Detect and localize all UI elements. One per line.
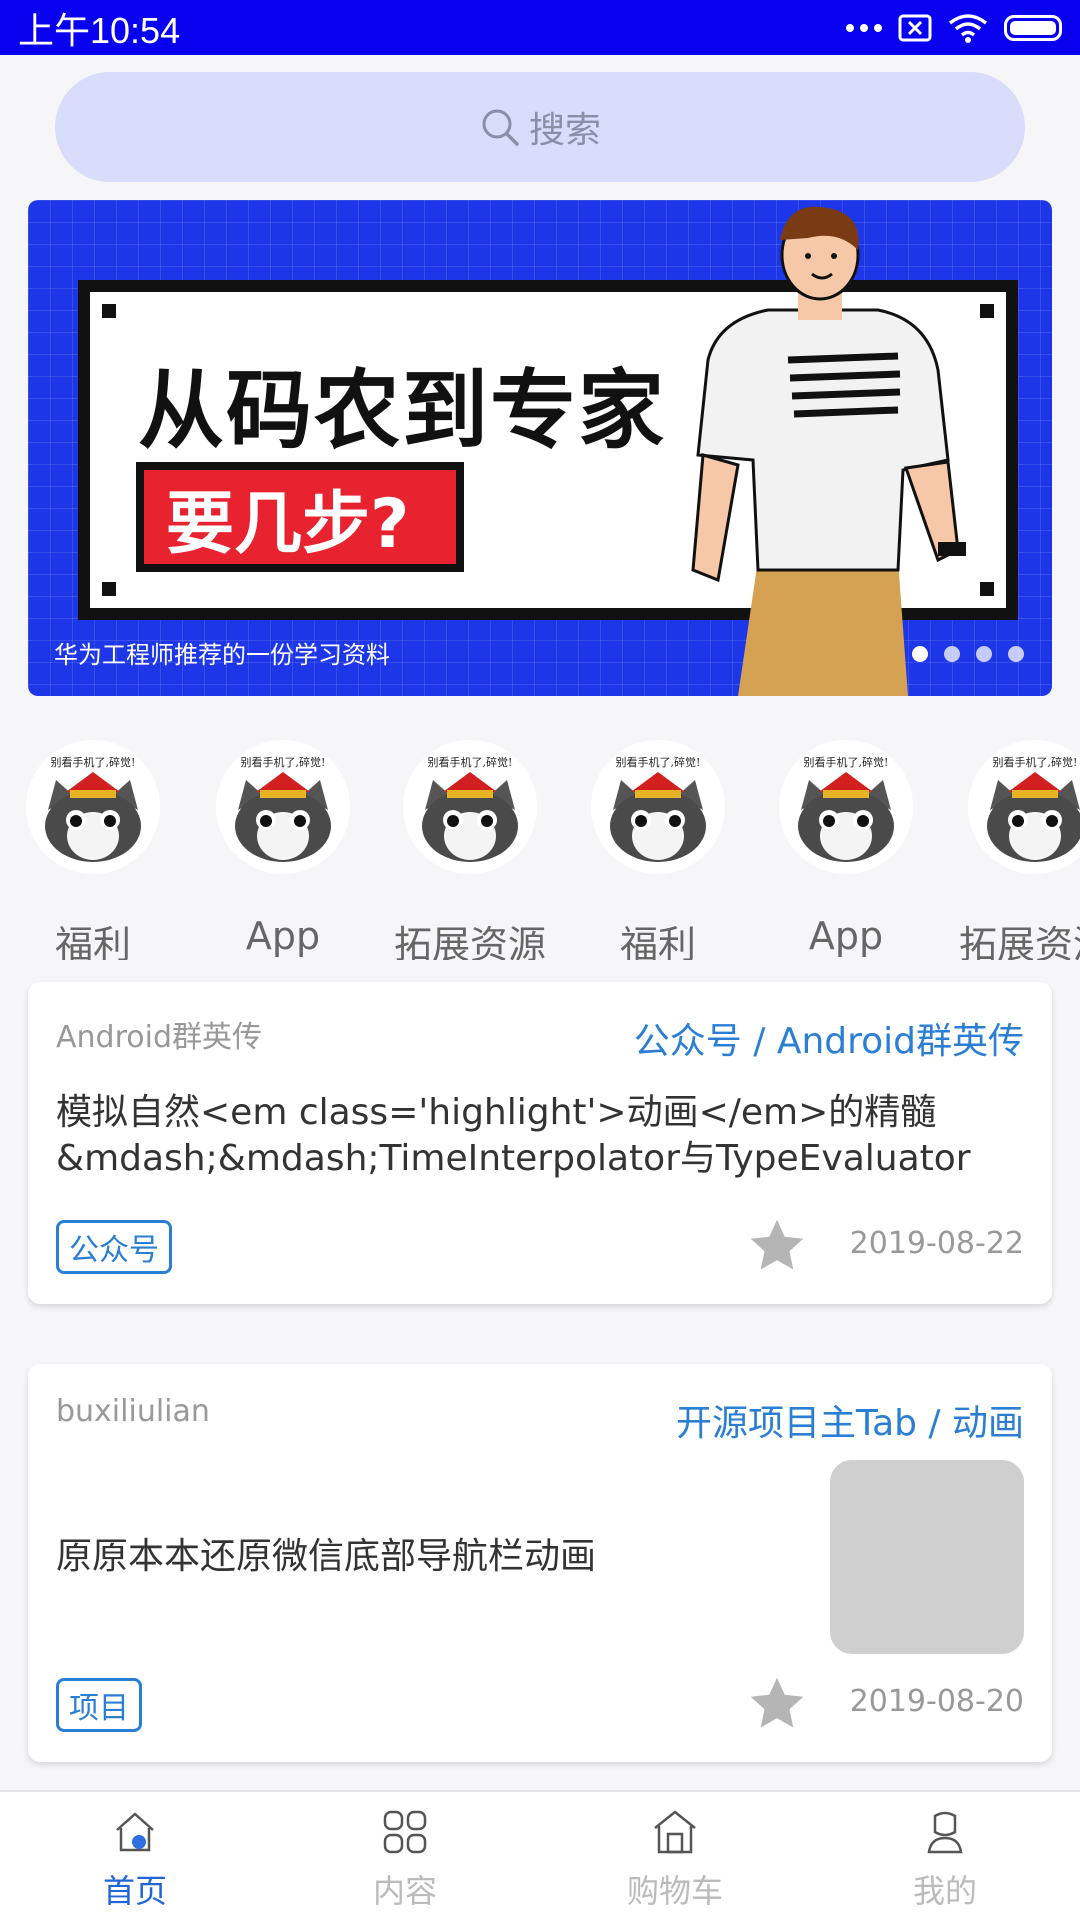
sim-card-icon — [898, 14, 932, 41]
category-item[interactable]: 别看手机了,碎觉! 福利 — [578, 740, 738, 960]
status-time: 上午10:54 — [18, 9, 181, 51]
category-label: 福利 — [619, 923, 696, 960]
article-thumbnail — [830, 1460, 1024, 1654]
carousel-dot[interactable] — [944, 646, 960, 662]
nav-item-cart[interactable]: 购物车 — [540, 1792, 810, 1920]
category-label: 拓展资源 — [393, 923, 546, 960]
article-card[interactable]: Android群英传 公众号 / Android群英传 模拟自然<em clas… — [28, 982, 1052, 1304]
star-icon[interactable] — [746, 1216, 808, 1276]
person-illustration — [691, 206, 966, 696]
category-label: App — [808, 914, 884, 958]
article-title: 原原本本还原微信底部导航栏动画 — [56, 1536, 597, 1577]
article-card[interactable]: buxiliulian 开源项目主Tab / 动画 原原本本还原微信底部导航栏动… — [28, 1364, 1052, 1762]
nav-label: 购物车 — [626, 1872, 723, 1910]
category-item[interactable]: 别看手机了,碎觉! 拓展资源 — [955, 740, 1080, 960]
nav-label: 首页 — [102, 1872, 167, 1910]
user-icon — [927, 1811, 963, 1854]
nav-label: 内容 — [372, 1872, 437, 1910]
more-dots-icon — [846, 23, 882, 32]
article-source[interactable]: 开源项目主Tab / 动画 — [676, 1394, 1024, 1446]
category-label: 拓展资源 — [958, 923, 1080, 960]
cat-avatar-image: 别看手机了,碎觉! — [968, 740, 1080, 874]
category-item[interactable]: 别看手机了,碎觉! 拓展资源 — [390, 740, 550, 960]
wifi-icon — [948, 13, 988, 43]
carousel-dot[interactable] — [976, 646, 992, 662]
nav-label: 我的 — [912, 1872, 977, 1910]
category-item[interactable]: 别看手机了,碎觉! 福利 — [13, 740, 173, 960]
grid-icon — [383, 1810, 427, 1854]
category-label: App — [245, 914, 321, 958]
cat-avatar-caption: 别看手机了,碎觉! — [50, 756, 136, 769]
status-icons — [846, 13, 1062, 43]
cat-avatar-image: 别看手机了,碎觉! — [403, 740, 537, 874]
article-title-line: &mdash;&mdash;TimeInterpolator与TypeEvalu… — [56, 1138, 971, 1179]
article-source[interactable]: 公众号 / Android群英传 — [634, 1012, 1024, 1064]
star-icon[interactable] — [746, 1674, 808, 1734]
cat-avatar-caption: 别看手机了,碎觉! — [240, 756, 326, 769]
bottom-nav: 首页 内容 购物车 我的 — [0, 1790, 1080, 1920]
home-icon — [116, 1812, 154, 1852]
cat-avatar-caption: 别看手机了,碎觉! — [615, 756, 701, 769]
carousel-dot[interactable] — [1008, 646, 1024, 662]
article-tag[interactable]: 公众号 — [56, 1220, 172, 1274]
search-icon — [482, 109, 519, 146]
article-title-line: 模拟自然<em class='highlight'>动画</em>的精髓 — [56, 1092, 937, 1133]
nav-item-content[interactable]: 内容 — [270, 1792, 540, 1920]
search-placeholder: 搜索 — [528, 110, 601, 151]
article-tag[interactable]: 项目 — [56, 1678, 142, 1732]
search-bar[interactable]: 搜索 — [55, 72, 1025, 182]
cat-avatar-caption: 别看手机了,碎觉! — [427, 756, 513, 769]
article-title: 模拟自然<em class='highlight'>动画</em>的精髓 &md… — [56, 1090, 971, 1182]
banner-title: 从码农到专家 — [138, 361, 666, 461]
banner-subtitle: 要几步? — [136, 462, 464, 572]
article-author: Android群英传 — [56, 1020, 262, 1055]
article-date: 2019-08-20 — [849, 1684, 1024, 1719]
category-item[interactable]: 别看手机了,碎觉! App — [203, 740, 363, 958]
nav-item-mine[interactable]: 我的 — [810, 1792, 1080, 1920]
carousel-dot[interactable] — [912, 646, 928, 662]
cat-avatar-image: 别看手机了,碎觉! — [591, 740, 725, 874]
category-item[interactable]: 别看手机了,碎觉! App — [766, 740, 926, 958]
cat-avatar-image: 别看手机了,碎觉! — [216, 740, 350, 874]
category-label: 福利 — [54, 923, 131, 960]
battery-icon — [1004, 14, 1062, 41]
cat-avatar-caption: 别看手机了,碎觉! — [992, 756, 1078, 769]
article-date: 2019-08-22 — [849, 1226, 1024, 1261]
cat-avatar-caption: 别看手机了,碎觉! — [803, 756, 889, 769]
cat-avatar-image: 别看手机了,碎觉! — [26, 740, 160, 874]
store-icon — [654, 1810, 696, 1854]
nav-item-home[interactable]: 首页 — [0, 1792, 270, 1920]
category-strip: 别看手机了,碎觉! 福利 别看手机了,碎觉! App 别看手机了,碎觉! 拓展资… — [0, 740, 1080, 960]
cat-avatar-image: 别看手机了,碎觉! — [779, 740, 913, 874]
carousel-indicator — [912, 646, 1024, 662]
banner-caption: 华为工程师推荐的一份学习资料 — [54, 641, 390, 669]
status-bar: 上午10:54 — [0, 0, 1080, 55]
article-author: buxiliulian — [56, 1394, 210, 1429]
banner-carousel[interactable]: 从码农到专家 要几步? 华为工程师推荐的一份学习资料 — [28, 200, 1052, 696]
